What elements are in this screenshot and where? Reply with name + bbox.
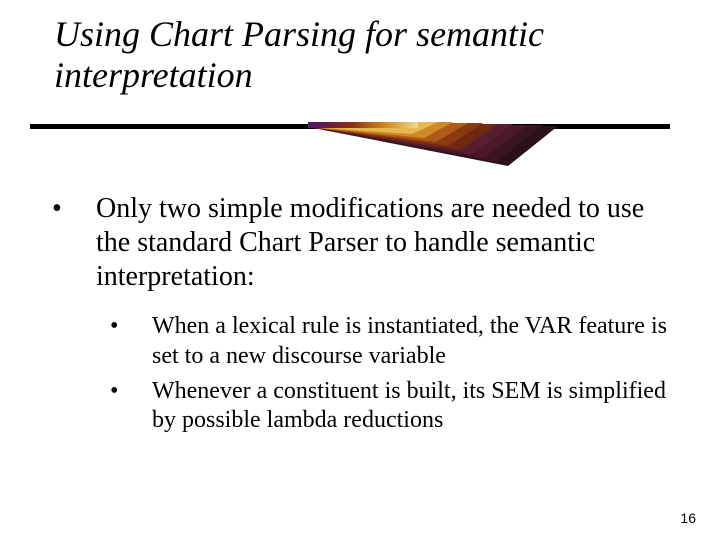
bullet-sub: • When a lexical rule is instantiated, t… <box>110 312 668 371</box>
slide-title: Using Chart Parsing for semantic interpr… <box>54 14 654 97</box>
sub-bullets: • When a lexical rule is instantiated, t… <box>110 312 668 435</box>
bullet-dot-icon: • <box>52 192 96 294</box>
slide: Using Chart Parsing for semantic interpr… <box>0 0 720 540</box>
bullet-sub-text: When a lexical rule is instantiated, the… <box>152 312 668 371</box>
bullet-main-text: Only two simple modifications are needed… <box>96 192 668 294</box>
page-number: 16 <box>680 510 696 526</box>
title-underline <box>30 110 670 166</box>
rule-ornament-icon <box>308 110 558 171</box>
bullet-sub: • Whenever a constituent is built, its S… <box>110 377 668 436</box>
body: • Only two simple modifications are need… <box>52 192 668 442</box>
bullet-dot-icon: • <box>110 312 152 371</box>
bullet-main: • Only two simple modifications are need… <box>52 192 668 294</box>
bullet-sub-text: Whenever a constituent is built, its SEM… <box>152 377 668 436</box>
bullet-dot-icon: • <box>110 377 152 436</box>
